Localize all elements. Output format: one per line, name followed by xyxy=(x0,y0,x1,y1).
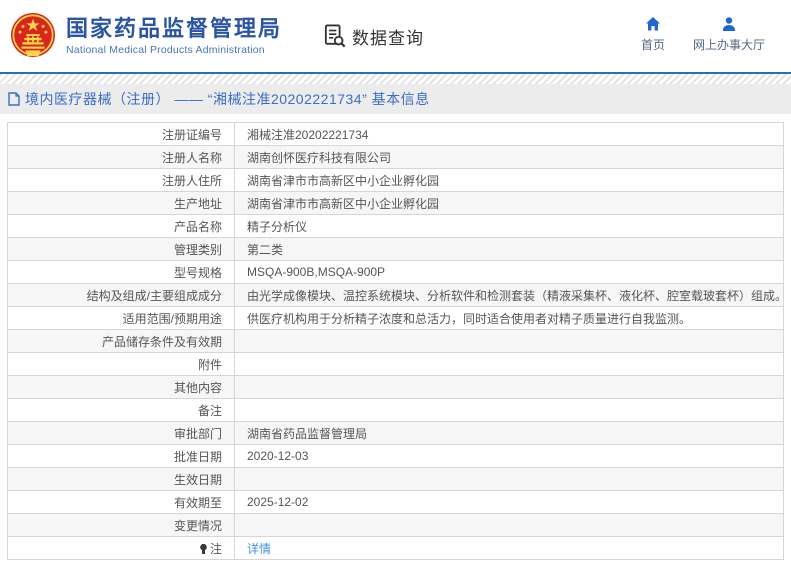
row-label: 生效日期 xyxy=(7,467,235,491)
row-value xyxy=(234,513,784,537)
table-row: 管理类别 第二类 xyxy=(7,237,784,261)
table-row: 生产地址 湖南省津市市高新区中小企业孵化园 xyxy=(7,191,784,215)
row-label: 变更情况 xyxy=(7,513,235,537)
row-value: 由光学成像模块、温控系统模块、分析软件和检测套装（精液采集杯、液化杯、腔室载玻套… xyxy=(234,283,784,307)
table-row: 批准日期 2020-12-03 xyxy=(7,444,784,468)
row-value: 2020-12-03 xyxy=(234,444,784,468)
row-label: 注 xyxy=(7,536,235,560)
row-label: 生产地址 xyxy=(7,191,235,215)
row-value: 湘械注准20202221734 xyxy=(234,122,784,146)
registration-info-table-wrap: 注册证编号 湘械注准20202221734 注册人名称 湖南创怀医疗科技有限公司 注册人… xyxy=(7,122,784,560)
site-subtitle: National Medical Products Administration xyxy=(66,44,265,56)
table-row: 注册人住所 湖南省津市市高新区中小企业孵化园 xyxy=(7,168,784,192)
row-label: 其他内容 xyxy=(7,375,235,399)
nav-service-hall[interactable]: 网上办事大厅 xyxy=(693,16,765,53)
info-table-body: 注册证编号 湘械注准20202221734 注册人名称 湖南创怀医疗科技有限公司 注册人… xyxy=(7,122,784,560)
table-row: 变更情况 xyxy=(7,513,784,537)
table-row: 其他内容 xyxy=(7,375,784,399)
nav-service-hall-label: 网上办事大厅 xyxy=(692,38,765,52)
note-icon xyxy=(199,543,207,554)
table-row: 产品名称 精子分析仪 xyxy=(7,214,784,238)
document-icon xyxy=(8,92,20,106)
table-row: 注册证编号 湘械注准20202221734 xyxy=(7,122,784,146)
row-value: 第二类 xyxy=(234,237,784,261)
row-label: 批准日期 xyxy=(7,444,235,468)
row-value: MSQA-900B,MSQA-900P xyxy=(234,260,784,284)
row-label: 管理类别 xyxy=(7,237,235,261)
row-label: 注册证编号 xyxy=(7,122,235,146)
table-row: 注详情 xyxy=(7,536,784,560)
table-row: 注册人名称 湖南创怀医疗科技有限公司 xyxy=(7,145,784,169)
site-header: 国家药品监督管理局 National Medical Products Admi… xyxy=(0,0,791,72)
table-row: 生效日期 xyxy=(7,467,784,491)
row-value: 湖南省药品监督管理局 xyxy=(234,421,784,445)
home-icon xyxy=(645,17,660,31)
row-value: 详情 xyxy=(234,536,784,560)
row-label: 型号规格 xyxy=(7,260,235,284)
row-value xyxy=(234,352,784,376)
site-title-block: 国家药品监督管理局 National Medical Products Admi… xyxy=(66,16,282,56)
row-value xyxy=(234,329,784,353)
row-value: 2025-12-02 xyxy=(234,490,784,514)
row-value: 湖南省津市市高新区中小企业孵化园 xyxy=(234,168,784,192)
row-value: 精子分析仪 xyxy=(234,214,784,238)
row-label: 有效期至 xyxy=(7,490,235,514)
row-value: 供医疗机构用于分析精子浓度和总活力，同时适合使用者对精子质量进行自我监测。 xyxy=(234,306,784,330)
table-row: 型号规格 MSQA-900B,MSQA-900P xyxy=(7,260,784,284)
row-value: 湖南省津市市高新区中小企业孵化园 xyxy=(234,191,784,215)
row-label: 注册人名称 xyxy=(7,145,235,169)
row-label: 适用范围/预期用途 xyxy=(7,306,235,330)
registration-info-table: 注册证编号 湘械注准20202221734 注册人名称 湖南创怀医疗科技有限公司 注册人… xyxy=(7,122,784,560)
table-row: 备注 xyxy=(7,398,784,422)
national-emblem-icon xyxy=(10,13,56,58)
row-label: 审批部门 xyxy=(7,421,235,445)
hatch-band xyxy=(0,74,791,84)
row-value: 湖南创怀医疗科技有限公司 xyxy=(234,145,784,169)
row-label: 备注 xyxy=(7,398,235,422)
top-nav: 首页 网上办事大厅 xyxy=(641,16,765,53)
detail-link[interactable]: 详情 xyxy=(247,542,271,556)
breadcrumb: 境内医疗器械（注册） —— “湘械注准20202221734” 基本信息 xyxy=(0,84,791,114)
row-label: 注册人住所 xyxy=(7,168,235,192)
breadcrumb-text: 境内医疗器械（注册） —— “湘械注准20202221734” 基本信息 xyxy=(25,91,430,107)
row-value xyxy=(234,467,784,491)
table-row: 适用范围/预期用途 供医疗机构用于分析精子浓度和总活力，同时适合使用者对精子质量进… xyxy=(7,306,784,330)
table-row: 审批部门 湖南省药品监督管理局 xyxy=(7,421,784,445)
person-icon xyxy=(722,17,736,31)
row-label: 产品储存条件及有效期 xyxy=(7,329,235,353)
site-title: 国家药品监督管理局 xyxy=(66,16,283,41)
table-row: 结构及组成/主要组成成分 由光学成像模块、温控系统模块、分析软件和检测套装（精液采… xyxy=(7,283,784,307)
nav-home-label: 首页 xyxy=(640,38,665,52)
site-logo[interactable]: 国家药品监督管理局 National Medical Products Admi… xyxy=(10,10,282,62)
data-query-label: 数据查询 xyxy=(352,28,425,48)
data-query-icon xyxy=(324,24,346,48)
table-row: 有效期至 2025-12-02 xyxy=(7,490,784,514)
table-row: 附件 xyxy=(7,352,784,376)
table-row: 产品储存条件及有效期 xyxy=(7,329,784,353)
row-label: 产品名称 xyxy=(7,214,235,238)
row-label: 结构及组成/主要组成成分 xyxy=(7,283,235,307)
row-label: 附件 xyxy=(7,352,235,376)
data-query-entry[interactable]: 数据查询 xyxy=(324,24,424,49)
nav-home[interactable]: 首页 xyxy=(641,16,665,53)
row-value xyxy=(234,375,784,399)
row-value xyxy=(234,398,784,422)
